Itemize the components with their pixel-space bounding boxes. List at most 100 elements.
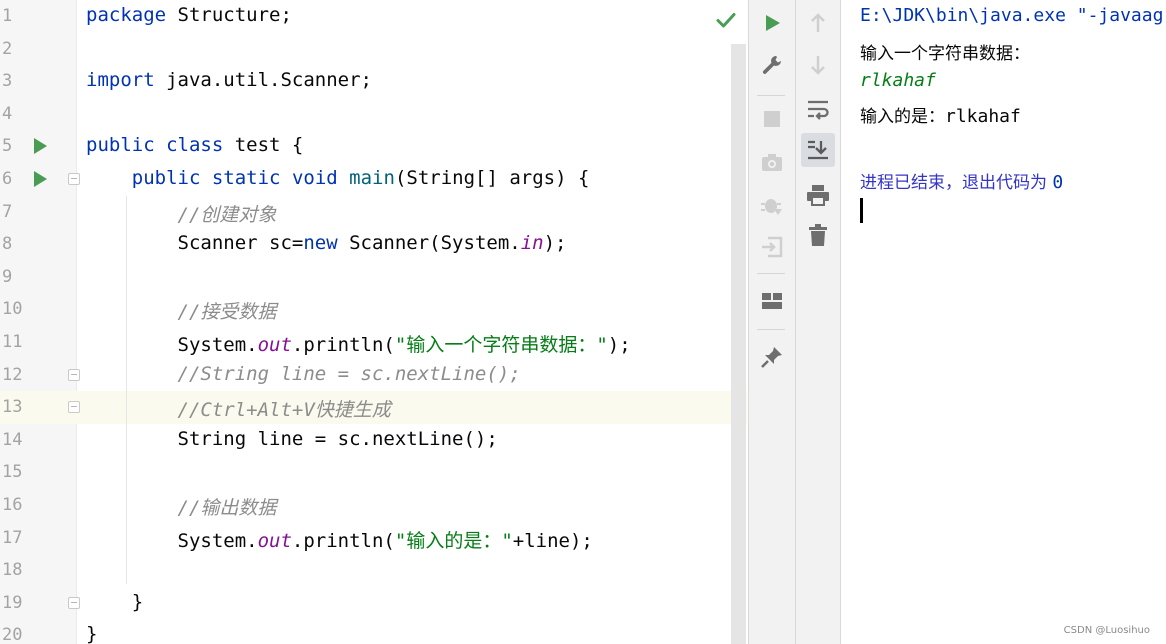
line-number: 5	[2, 136, 13, 157]
code-text: //创建对象	[177, 203, 277, 226]
code-text: System.out.println("输入的是："+line);	[86, 529, 593, 552]
soft-wrap-button[interactable]	[801, 92, 835, 126]
run-gutter-icon[interactable]	[34, 171, 47, 187]
code-line[interactable]: 17 System.out.println("输入的是："+line);	[0, 522, 747, 555]
code-text: }	[86, 590, 144, 613]
edit-configuration-button[interactable]	[755, 48, 789, 82]
watermark: CSDN @Luosihuo	[1063, 625, 1150, 636]
line-number: 17	[2, 527, 23, 548]
next-occurrence-button[interactable]	[801, 48, 835, 82]
line-number: 19	[2, 592, 23, 613]
code-line[interactable]: 5 public class test {	[0, 130, 747, 163]
line-number: 10	[2, 299, 23, 320]
thread-dump-button[interactable]	[755, 145, 789, 179]
code-line[interactable]: 20}	[0, 619, 747, 644]
code-editor[interactable]: 1 package Structure; 2 3 import java.util.Sc…	[0, 0, 747, 644]
line-number: 9	[2, 266, 13, 287]
indent-guide	[126, 196, 127, 584]
code-line[interactable]: 14 String line = sc.nextLine();	[0, 424, 747, 457]
code-line[interactable]: 7 //创建对象	[0, 196, 747, 229]
soft-wrap-icon	[808, 100, 829, 120]
wrench-icon	[762, 56, 781, 74]
code-line[interactable]: 6 public static void main(String[] args)…	[0, 163, 747, 196]
console-exit-text: 进程已结束，退出代码为	[860, 173, 1053, 193]
line-number: 20	[2, 625, 23, 644]
line-number: 4	[2, 103, 13, 124]
code-line[interactable]: 12 //String line = sc.nextLine();	[0, 359, 747, 392]
print-button[interactable]	[801, 178, 835, 212]
code-line[interactable]: 16 //输出数据	[0, 489, 747, 522]
scroll-to-end-icon	[808, 140, 828, 160]
code-text: public class test {	[86, 134, 304, 157]
line-number: 15	[2, 462, 23, 483]
stop-button[interactable]	[755, 102, 789, 136]
code-text: System.out.println("输入一个字符串数据：");	[86, 334, 631, 356]
line-number: 16	[2, 495, 23, 515]
line-number: 1	[2, 6, 13, 26]
run-button[interactable]	[755, 6, 789, 40]
run-toolbar-secondary	[795, 0, 841, 644]
code-line[interactable]: 10 //接受数据	[0, 293, 747, 326]
run-toolbar-primary	[748, 0, 795, 644]
line-number: 13	[2, 397, 23, 418]
code-line[interactable]: 19 }	[0, 587, 747, 620]
pin-icon	[761, 347, 782, 368]
line-number: 14	[2, 429, 23, 450]
line-number: 3	[2, 71, 13, 92]
toolbar-separator	[757, 329, 785, 330]
code-text: String line = sc.nextLine();	[86, 427, 498, 450]
toolbar-separator	[757, 95, 785, 96]
debug-button[interactable]	[755, 188, 789, 222]
code-text: public static void main(String[] args) {	[131, 167, 590, 189]
line-number: 6	[2, 169, 13, 189]
line-number: 12	[2, 364, 23, 385]
layout-settings-button[interactable]	[755, 284, 789, 318]
restore-layout-button[interactable]	[755, 230, 789, 264]
code-text: //接受数据	[177, 301, 277, 324]
code-line[interactable]: 1 package Structure;	[0, 0, 747, 33]
debug-bug-icon	[761, 199, 782, 215]
fold-marker-icon[interactable]	[68, 368, 80, 381]
previous-occurrence-button[interactable]	[801, 6, 835, 40]
layout-icon	[762, 293, 782, 309]
text-caret	[860, 198, 863, 223]
code-text: //String line = sc.nextLine();	[177, 362, 521, 385]
pin-tab-button[interactable]	[755, 340, 789, 374]
check-icon	[716, 13, 736, 28]
fold-marker-icon[interactable]	[68, 173, 80, 185]
code-line[interactable]: 15	[0, 456, 747, 489]
console-command-line: E:\JDK\bin\java.exe "-javaag	[860, 5, 1164, 26]
scroll-to-end-toggle[interactable]	[801, 133, 835, 167]
code-line[interactable]: 4	[0, 98, 747, 131]
arrow-down-icon	[811, 56, 825, 75]
print-icon	[807, 185, 829, 206]
console-prompt: 输入一个字符串数据：	[860, 44, 1030, 64]
console-exit-line: 进程已结束，退出代码为 0	[860, 168, 1063, 193]
code-text: //输出数据	[177, 497, 277, 519]
login-icon	[762, 236, 783, 258]
code-text: Scanner sc=new Scanner(System.in);	[86, 232, 567, 255]
code-line[interactable]: 11 System.out.println("输入一个字符串数据：");	[0, 326, 747, 359]
code-line[interactable]: 18	[0, 554, 747, 587]
code-text: import java.util.Scanner;	[86, 69, 372, 92]
run-console[interactable]: E:\JDK\bin\java.exe "-javaag 输入一个字符串数据： …	[841, 0, 1166, 644]
fold-marker-icon[interactable]	[68, 401, 80, 414]
run-gutter-icon[interactable]	[34, 138, 47, 155]
code-line[interactable]: 13 //Ctrl+Alt+V快捷生成	[0, 391, 747, 424]
code-line[interactable]: 9	[0, 261, 747, 294]
code-line[interactable]: 8 Scanner sc=new Scanner(System.in);	[0, 228, 747, 261]
clear-all-button[interactable]	[801, 218, 835, 252]
line-number: 2	[2, 38, 13, 59]
editor-scrollbar[interactable]	[731, 44, 746, 644]
code-line[interactable]: 2	[0, 33, 747, 66]
console-echo-label: 输入的是：	[860, 107, 945, 127]
camera-icon	[762, 154, 782, 171]
line-number: 18	[2, 560, 23, 581]
fold-marker-icon[interactable]	[68, 596, 80, 609]
stop-icon	[764, 111, 780, 127]
trash-icon	[809, 224, 827, 246]
code-line[interactable]: 3 import java.util.Scanner;	[0, 65, 747, 98]
console-echo-line: 输入的是：rlkahaf	[860, 102, 1021, 127]
line-number: 11	[2, 332, 23, 352]
arrow-up-icon	[811, 13, 825, 32]
